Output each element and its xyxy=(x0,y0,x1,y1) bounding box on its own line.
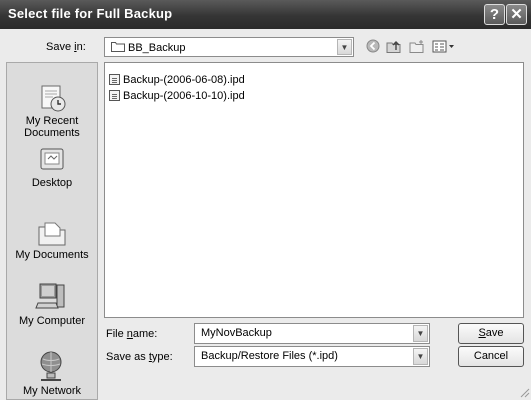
up-folder-icon[interactable] xyxy=(385,39,403,55)
folder-icon xyxy=(111,42,125,52)
save-type-label: Save as type: xyxy=(106,351,173,363)
title-bar[interactable]: Select file for Full Backup ? ✕ xyxy=(0,0,531,29)
my-network-icon xyxy=(40,351,62,381)
file-name-value[interactable]: MyNovBackup xyxy=(201,327,272,339)
my-computer-icon xyxy=(35,283,65,309)
save-type-select[interactable]: Backup/Restore Files (*.ipd) ▼ xyxy=(194,346,430,367)
place-my-network[interactable]: My Network xyxy=(7,349,97,397)
ipd-file-icon xyxy=(109,74,120,85)
chevron-down-icon[interactable]: ▼ xyxy=(413,325,428,342)
place-label: My Documents xyxy=(15,249,89,261)
current-folder-name: BB_Backup xyxy=(128,42,186,54)
chevron-down-icon[interactable]: ▼ xyxy=(337,39,352,55)
cancel-button[interactable]: Cancel xyxy=(458,346,524,367)
recent-documents-icon xyxy=(41,85,66,112)
place-label: Desktop xyxy=(31,177,73,189)
views-menu-icon[interactable] xyxy=(431,39,457,55)
back-arrow-icon[interactable] xyxy=(364,39,382,55)
places-bar: My Recent Documents Desktop My Documents… xyxy=(6,62,98,400)
place-my-computer[interactable]: My Computer xyxy=(7,281,97,327)
close-button[interactable]: ✕ xyxy=(506,4,527,25)
file-name: Backup-(2006-06-08).ipd xyxy=(123,74,245,86)
help-button[interactable]: ? xyxy=(484,4,505,25)
current-folder: BB_Backup xyxy=(111,41,185,54)
place-label: My Recent Documents xyxy=(24,115,80,139)
new-folder-icon[interactable] xyxy=(408,39,426,55)
dialog-title: Select file for Full Backup xyxy=(8,6,173,21)
file-name-label: File name: xyxy=(106,328,158,340)
save-file-dialog: Select file for Full Backup ? ✕ Save in:… xyxy=(0,0,531,400)
place-label: My Computer xyxy=(18,315,86,327)
save-button[interactable]: Save xyxy=(458,323,524,344)
my-documents-icon xyxy=(38,222,66,246)
place-my-recent-documents[interactable]: My Recent Documents xyxy=(7,83,97,139)
size-grip-icon[interactable] xyxy=(518,386,530,398)
file-name-field[interactable]: MyNovBackup ▼ xyxy=(194,323,430,344)
save-type-value: Backup/Restore Files (*.ipd) xyxy=(201,350,338,362)
list-item[interactable]: Backup-(2006-10-10).ipd xyxy=(109,89,245,103)
desktop-icon xyxy=(40,148,64,170)
place-my-documents[interactable]: My Documents xyxy=(7,219,97,261)
file-list[interactable]: Backup-(2006-06-08).ipd Backup-(2006-10-… xyxy=(104,62,524,318)
chevron-down-icon[interactable]: ▼ xyxy=(413,348,428,365)
place-desktop[interactable]: Desktop xyxy=(7,147,97,189)
save-in-label: Save in: xyxy=(46,41,86,53)
save-in-combo[interactable]: BB_Backup ▼ xyxy=(104,37,354,57)
place-label: My Network xyxy=(22,385,82,397)
file-name: Backup-(2006-10-10).ipd xyxy=(123,90,245,102)
list-item[interactable]: Backup-(2006-06-08).ipd xyxy=(109,73,245,87)
ipd-file-icon xyxy=(109,90,120,101)
